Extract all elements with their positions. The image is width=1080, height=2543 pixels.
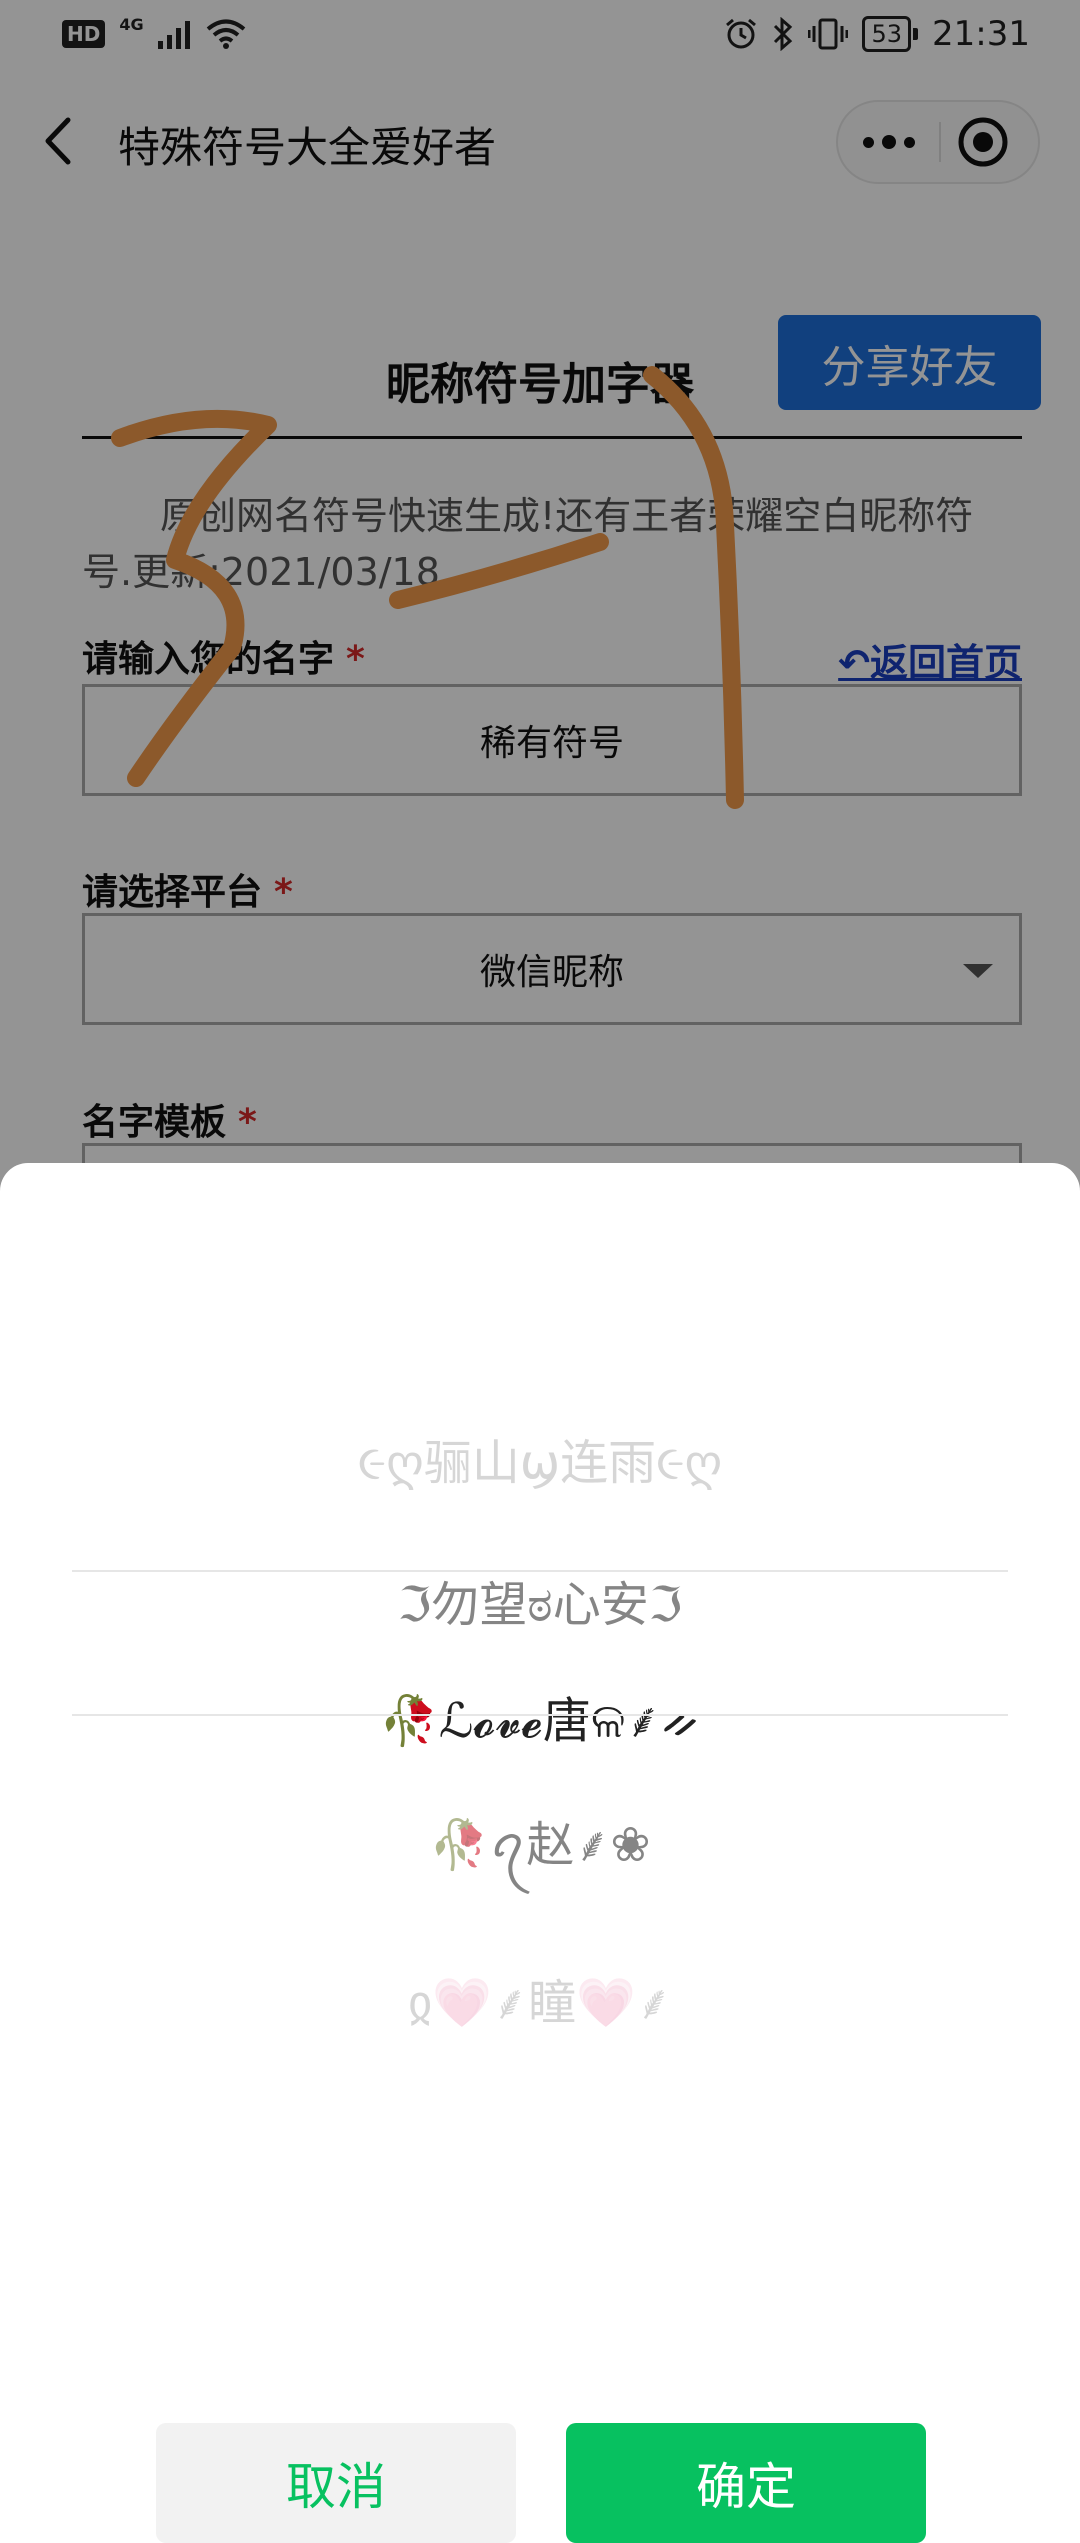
picker-option-selected[interactable]: 🥀ℒ𝓸𝓿𝓮唐ଳ⸙ᨀ: [0, 1651, 1080, 1781]
picker-option[interactable]: 🥀ꪖ赵⸙❀: [0, 1783, 1080, 1913]
picker-option[interactable]: ૯ღ骊山ϣ连雨૯ღ: [0, 1393, 1080, 1523]
picker-option[interactable]: ℑ勿望ಠ心安ℑ: [0, 1535, 1080, 1665]
cancel-button[interactable]: 取消: [156, 2423, 516, 2543]
picker-selection-bottom-line: [72, 1714, 1008, 1716]
picker-selection-top-line: [72, 1570, 1008, 1572]
mini-program-page: HD 4G 53 21:31 特殊符号大全爱好者 昵称符号加字器 分享好友 原创…: [0, 0, 1080, 2543]
confirm-button[interactable]: 确定: [566, 2423, 926, 2543]
picker-option[interactable]: ჲ💗⸙瞳💗⸙: [0, 1933, 1080, 2063]
template-picker-sheet: ૯ღ骊山ϣ连雨૯ღ ℑ勿望ಠ心安ℑ 🥀ℒ𝓸𝓿𝓮唐ଳ⸙ᨀ 🥀ꪖ赵⸙❀ ჲ💗⸙瞳💗⸙…: [0, 1163, 1080, 2543]
